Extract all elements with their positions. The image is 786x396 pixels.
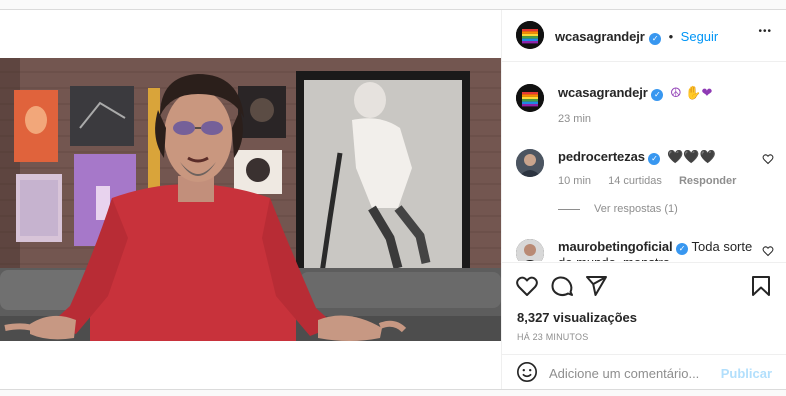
rainbow-avatar-icon — [516, 84, 544, 112]
view-replies-button[interactable]: Ver respostas (1) — [558, 203, 678, 215]
replies-line — [558, 208, 580, 210]
caption: wcasagrandejr ✓ ☮ ✋❤ 23 min — [502, 77, 786, 127]
post-video[interactable] — [0, 58, 501, 341]
post-side-panel: wcasagrandejr ✓ • Seguir ••• wcasagrande… — [502, 10, 786, 389]
reply-button[interactable]: Responder — [679, 175, 736, 187]
publish-button[interactable]: Publicar — [721, 366, 772, 381]
comment-author[interactable]: maurobetingoficial — [558, 239, 673, 254]
follow-button[interactable]: Seguir — [681, 29, 719, 44]
post-header: wcasagrandejr ✓ • Seguir ••• — [502, 10, 786, 62]
comment-item: pedrocertezas ✓ 🖤🖤🖤 10 min 14 curtidas R… — [502, 141, 786, 221]
post-dialog: wcasagrandejr ✓ • Seguir ••• wcasagrande… — [0, 9, 786, 390]
more-options-icon[interactable]: ••• — [758, 26, 772, 37]
comment-text: 🖤🖤🖤 — [667, 149, 716, 164]
profile-photo-icon — [516, 149, 544, 177]
comment-author[interactable]: pedrocertezas — [558, 149, 645, 164]
comment-input[interactable] — [549, 363, 719, 383]
comments-list: wcasagrandejr ✓ ☮ ✋❤ 23 min pedrocerteza… — [502, 63, 786, 261]
comment-meta: 10 min 14 curtidas Responder — [558, 175, 750, 187]
rainbow-avatar-icon — [516, 21, 544, 49]
comment-bubble-icon[interactable] — [550, 274, 574, 298]
verified-badge-icon: ✓ — [676, 243, 689, 255]
emoji-icon[interactable] — [516, 361, 538, 383]
comment-form: Publicar — [502, 354, 786, 391]
comment-likes[interactable]: 14 curtidas — [608, 175, 662, 187]
like-heart-icon[interactable] — [515, 274, 539, 298]
verified-badge-icon: ✓ — [651, 89, 664, 101]
share-send-icon[interactable] — [584, 274, 608, 298]
commenter-avatar[interactable] — [516, 239, 544, 261]
verified-badge-icon: ✓ — [649, 33, 662, 45]
post-time[interactable]: HÁ 23 MINUTOS — [517, 332, 588, 342]
post-actions: 8,327 visualizações HÁ 23 MINUTOS Public… — [502, 262, 786, 390]
views-count[interactable]: 8,327 visualizações — [517, 310, 637, 325]
caption-time[interactable]: 23 min — [558, 113, 591, 125]
comment-time[interactable]: 10 min — [558, 175, 591, 187]
like-comment-heart-icon[interactable] — [762, 153, 774, 165]
caption-avatar[interactable] — [516, 84, 544, 112]
profile-photo-icon — [516, 239, 544, 261]
caption-author[interactable]: wcasagrandejr — [558, 85, 648, 100]
header-separator: • — [668, 29, 674, 44]
view-replies-label: Ver respostas (1) — [594, 203, 678, 215]
caption-text: ☮ ✋❤ — [670, 85, 713, 100]
video-frame — [0, 58, 501, 341]
author-avatar[interactable] — [516, 21, 544, 49]
author-username[interactable]: wcasagrandejr — [555, 29, 645, 44]
save-bookmark-icon[interactable] — [749, 274, 773, 298]
like-comment-heart-icon[interactable] — [762, 245, 774, 257]
commenter-avatar[interactable] — [516, 149, 544, 177]
verified-badge-icon: ✓ — [648, 153, 661, 165]
comment-item: maurobetingoficial ✓ Toda sorte do mundo… — [502, 231, 786, 261]
